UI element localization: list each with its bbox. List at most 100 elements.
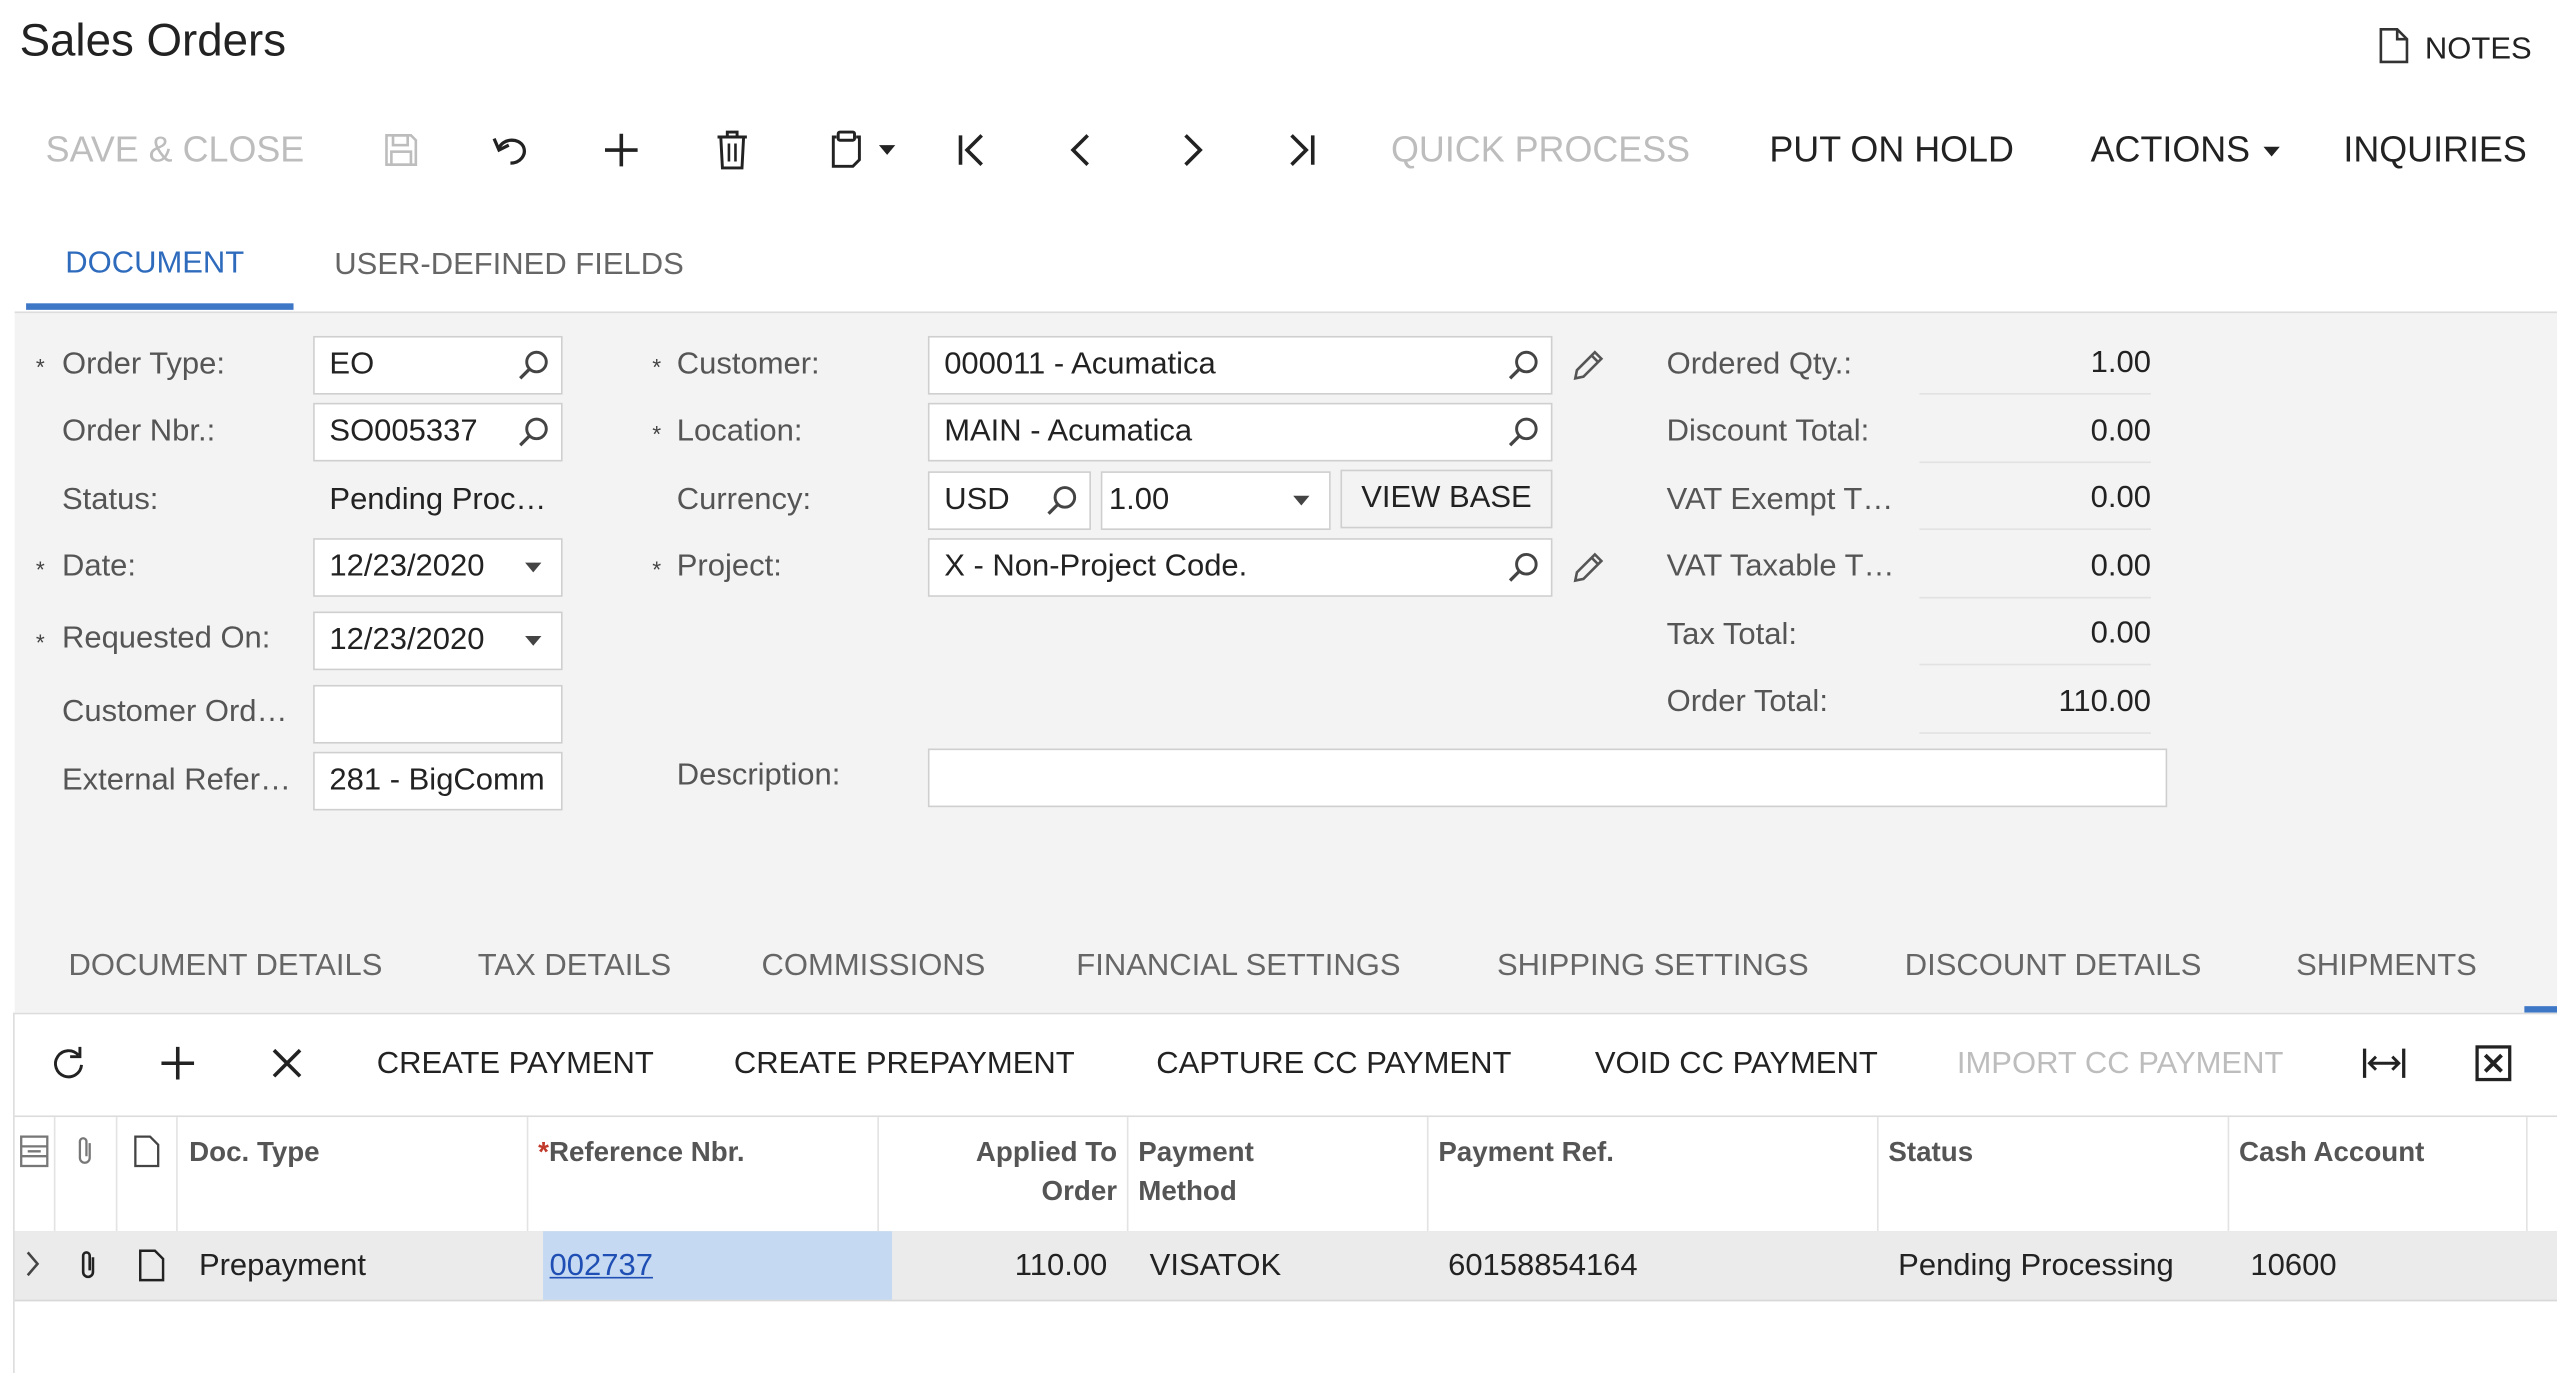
order-type-label: Order Type: [61, 347, 226, 382]
ordered-qty-label: Ordered Qty.: [1666, 347, 1853, 382]
fit-columns-icon[interactable] [2360, 1039, 2409, 1088]
tab-shipments[interactable]: SHIPMENTS [2296, 949, 2477, 985]
next-icon[interactable] [1168, 126, 1217, 175]
create-payment-button[interactable]: CREATE PAYMENT [377, 1047, 654, 1083]
edit-customer-icon[interactable] [1569, 346, 1608, 385]
first-icon[interactable] [947, 126, 996, 175]
search-icon[interactable] [506, 416, 561, 449]
delete-row-icon[interactable] [263, 1039, 312, 1088]
column-payment-method-line1: Payment [1138, 1136, 1254, 1168]
requested-on-field[interactable]: 12/23/2020 [313, 611, 563, 671]
requested-on-label: Requested On: [61, 621, 271, 656]
table-row[interactable]: Prepayment 002737 110.00 VISATOK 6015885… [14, 1231, 2557, 1302]
required-mark: * [35, 556, 45, 583]
search-icon[interactable] [1034, 484, 1089, 517]
description-field[interactable] [927, 748, 2168, 808]
add-icon[interactable] [597, 126, 646, 175]
column-cash-account[interactable]: Cash Account [2239, 1133, 2424, 1172]
customer-field[interactable]: 000011 - Acumatica [927, 335, 1553, 395]
tab-shipping-settings[interactable]: SHIPPING SETTINGS [1497, 949, 1809, 985]
ordered-qty-value: 1.00 [1919, 346, 2151, 395]
vat-taxable-total-label: VAT Taxable T… [1666, 549, 1895, 584]
search-icon[interactable] [506, 349, 561, 382]
capture-cc-payment-button[interactable]: CAPTURE CC PAYMENT [1156, 1047, 1511, 1083]
column-applied-to-order[interactable]: Applied To Order [890, 1133, 1117, 1211]
customer-value: 000011 - Acumatica [944, 347, 1216, 382]
inquiries-menu[interactable]: INQUIRIES [2343, 127, 2526, 173]
tab-document[interactable]: DOCUMENT [65, 246, 244, 282]
cell-reference-nbr-link[interactable]: 002737 [550, 1249, 653, 1285]
search-icon[interactable] [1495, 349, 1550, 382]
chevron-down-icon[interactable] [506, 562, 561, 573]
attachment-icon [73, 1135, 96, 1176]
view-base-button[interactable]: VIEW BASE [1340, 469, 1553, 529]
note-icon[interactable] [139, 1249, 165, 1290]
cell-applied-to-order: 110.00 [1014, 1249, 1108, 1284]
project-label: Project: [676, 549, 782, 584]
last-icon[interactable] [1277, 126, 1326, 175]
actions-label: ACTIONS [2090, 128, 2251, 170]
save-close-button[interactable]: SAVE & CLOSE [46, 127, 305, 173]
search-icon[interactable] [1495, 416, 1550, 449]
chevron-down-icon[interactable] [1274, 495, 1329, 506]
void-cc-payment-button[interactable]: VOID CC PAYMENT [1595, 1047, 1878, 1083]
project-value: X - Non-Project Code. [944, 549, 1248, 584]
cell-cash-account: 10600 [2250, 1249, 2337, 1284]
location-label: Location: [676, 414, 803, 449]
chevron-right-icon[interactable] [23, 1248, 43, 1289]
column-payment-ref[interactable]: Payment Ref. [1438, 1133, 1614, 1172]
chevron-down-icon [2263, 147, 2280, 157]
search-icon[interactable] [1495, 551, 1550, 584]
currency-field[interactable]: USD [927, 471, 1091, 530]
delete-icon[interactable] [708, 126, 757, 175]
tab-tax-details[interactable]: TAX DETAILS [478, 949, 671, 985]
discount-total-value: 0.00 [1919, 414, 2151, 464]
create-prepayment-button[interactable]: CREATE PREPAYMENT [734, 1047, 1075, 1083]
attachment-icon[interactable] [77, 1249, 100, 1290]
external-ref-field[interactable]: 281 - BigComm [313, 751, 563, 811]
put-on-hold-button[interactable]: PUT ON HOLD [1769, 127, 2014, 173]
order-type-field[interactable]: EO [313, 335, 563, 395]
tax-total-value: 0.00 [1919, 616, 2151, 666]
column-payment-method[interactable]: Payment Method [1138, 1133, 1254, 1211]
customer-ord-label: Customer Ord… [61, 694, 288, 729]
date-field[interactable]: 12/23/2020 [313, 538, 563, 597]
status-value: Pending Proc… [329, 482, 547, 517]
vat-exempt-total-value: 0.00 [1919, 481, 2151, 530]
order-total-label: Order Total: [1666, 684, 1828, 720]
project-field[interactable]: X - Non-Project Code. [927, 538, 1553, 597]
tab-financial-settings[interactable]: FINANCIAL SETTINGS [1076, 949, 1400, 985]
clipboard-icon[interactable] [815, 126, 906, 175]
tab-discount-details[interactable]: DISCOUNT DETAILS [1905, 949, 2202, 985]
column-status[interactable]: Status [1888, 1133, 1973, 1172]
row-selector-icon[interactable] [20, 1135, 49, 1176]
save-icon[interactable] [377, 126, 426, 175]
column-doc-type[interactable]: Doc. Type [189, 1133, 319, 1172]
refresh-icon[interactable] [44, 1039, 93, 1088]
tab-user-defined-fields[interactable]: USER-DEFINED FIELDS [334, 248, 683, 284]
customer-ord-field[interactable] [313, 684, 563, 744]
location-field[interactable]: MAIN - Acumatica [927, 402, 1553, 462]
import-cc-payment-button[interactable]: IMPORT CC PAYMENT [1957, 1047, 2284, 1083]
grid-header [14, 1115, 2557, 1233]
currency-rate-field[interactable]: 1.00 [1100, 471, 1331, 530]
order-total-value: 110.00 [1919, 685, 2151, 734]
column-applied-to-order-line2: Order [1041, 1175, 1118, 1207]
edit-project-icon[interactable] [1569, 548, 1608, 587]
notes-button[interactable]: NOTES [2379, 28, 2532, 71]
quick-process-button[interactable]: QUICK PROCESS [1391, 127, 1690, 173]
actions-menu[interactable]: ACTIONS [2091, 127, 2280, 173]
export-excel-icon[interactable] [2469, 1039, 2518, 1088]
undo-icon[interactable] [486, 126, 535, 175]
previous-icon[interactable] [1057, 126, 1106, 175]
order-nbr-field[interactable]: SO005337 [313, 402, 563, 462]
tab-commissions[interactable]: COMMISSIONS [762, 949, 986, 985]
order-nbr-value: SO005337 [329, 414, 478, 449]
column-reference-nbr[interactable]: *Reference Nbr. [538, 1133, 744, 1172]
chevron-down-icon[interactable] [506, 635, 561, 646]
external-ref-label: External Refer… [61, 763, 292, 798]
status-label: Status: [61, 482, 159, 517]
currency-value: USD [944, 482, 1010, 517]
tab-document-details[interactable]: DOCUMENT DETAILS [68, 949, 382, 985]
add-row-icon[interactable] [153, 1039, 202, 1088]
